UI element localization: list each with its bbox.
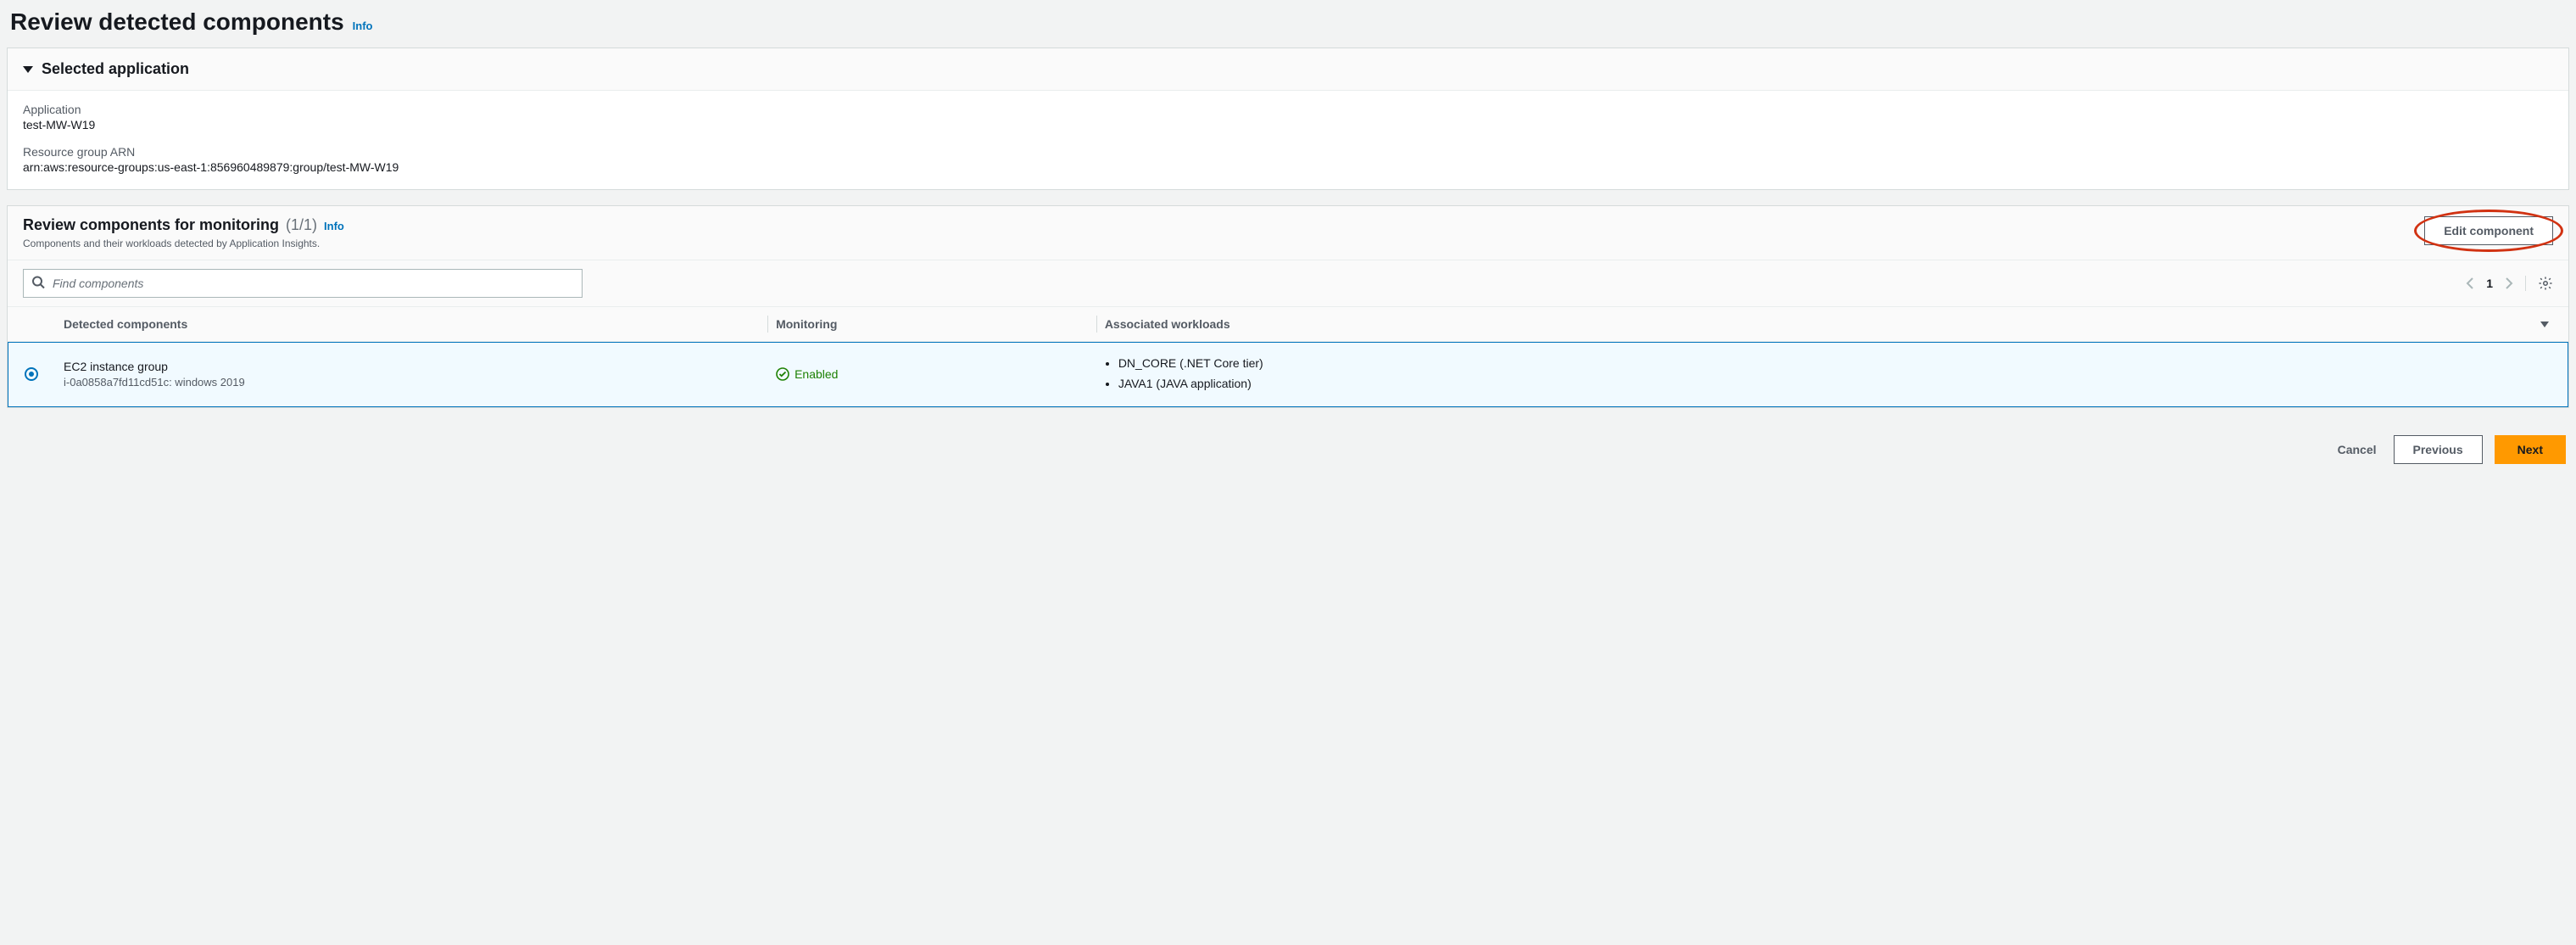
page-title: Review detected components [10,8,344,36]
workloads-list: DN_CORE (.NET Core tier) JAVA1 (JAVA app… [1096,354,2521,394]
components-title: Review components for monitoring [23,216,279,234]
workload-item: DN_CORE (.NET Core tier) [1118,354,2512,374]
previous-button[interactable]: Previous [2394,435,2483,464]
search-input[interactable] [23,269,583,298]
component-subtitle: i-0a0858a7fd11cd51c: windows 2019 [64,376,759,389]
column-associated-workloads[interactable]: Associated workloads [1096,307,2521,341]
workload-item: JAVA1 (JAVA application) [1118,374,2512,394]
components-panel-header: Review components for monitoring (1/1) I… [8,206,2568,260]
application-label: Application [23,103,2553,116]
components-subtitle: Components and their workloads detected … [23,238,344,249]
column-actions[interactable] [2521,311,2568,338]
column-detected-components[interactable]: Detected components [55,307,767,341]
monitoring-cell: Enabled [767,367,1096,381]
current-page: 1 [2486,277,2493,290]
column-select [8,314,55,334]
table-header: Detected components Monitoring Associate… [8,306,2568,342]
table-settings-button[interactable] [2525,276,2553,291]
radio-checked-icon [29,372,34,377]
components-count: (1/1) [286,216,317,234]
selected-application-title: Selected application [42,60,189,78]
component-title: EC2 instance group [64,360,759,373]
column-monitoring[interactable]: Monitoring [767,307,1096,341]
row-radio[interactable] [25,367,38,381]
arn-label: Resource group ARN [23,145,2553,159]
monitoring-status: Enabled [795,367,838,381]
row-radio-cell [8,367,55,381]
check-icon [776,367,789,381]
page-title-row: Review detected components Info [7,7,2569,48]
selected-application-header[interactable]: Selected application [8,48,2568,91]
pagination: 1 [2466,276,2553,291]
edit-component-button[interactable]: Edit component [2424,216,2553,245]
detected-component-cell: EC2 instance group i-0a0858a7fd11cd51c: … [55,360,767,389]
selected-application-panel: Selected application Application test-MW… [7,48,2569,190]
edit-component-highlight: Edit component [2424,216,2553,245]
chevron-down-icon[interactable] [23,66,33,73]
arn-value: arn:aws:resource-groups:us-east-1:856960… [23,160,2553,174]
components-header-left: Review components for monitoring (1/1) I… [23,216,344,249]
components-panel: Review components for monitoring (1/1) I… [7,205,2569,408]
table-row[interactable]: EC2 instance group i-0a0858a7fd11cd51c: … [8,342,2568,407]
info-link[interactable]: Info [353,20,373,32]
search-box [23,269,583,298]
wizard-footer: Cancel Previous Next [7,423,2569,466]
components-tools-row: 1 [8,260,2568,306]
next-page-icon[interactable] [2505,277,2513,290]
resource-group-arn-kv: Resource group ARN arn:aws:resource-grou… [23,145,2553,174]
cancel-button[interactable]: Cancel [2333,436,2382,463]
selected-application-body: Application test-MW-W19 Resource group A… [8,91,2568,189]
search-icon [31,276,45,292]
column-sort-icon [2540,322,2549,327]
next-button[interactable]: Next [2495,435,2566,464]
prev-page-icon[interactable] [2466,277,2474,290]
components-info-link[interactable]: Info [324,220,344,232]
application-value: test-MW-W19 [23,118,2553,131]
workloads-cell: DN_CORE (.NET Core tier) JAVA1 (JAVA app… [1096,354,2521,394]
components-title-row: Review components for monitoring (1/1) I… [23,216,344,234]
application-kv: Application test-MW-W19 [23,103,2553,131]
